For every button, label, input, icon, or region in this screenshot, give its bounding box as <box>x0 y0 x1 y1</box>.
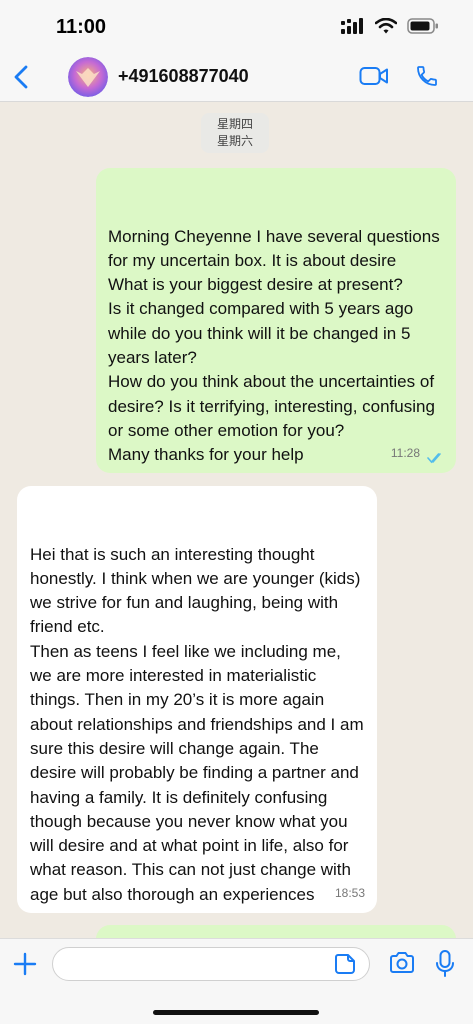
avatar[interactable] <box>68 57 108 97</box>
microphone-icon[interactable] <box>434 949 456 979</box>
sticker-icon[interactable] <box>334 953 356 975</box>
message-text: Morning Cheyenne I have several question… <box>108 226 440 465</box>
camera-icon[interactable] <box>388 951 416 975</box>
date-label-top: 星期四 <box>216 117 253 131</box>
battery-icon <box>407 18 438 34</box>
message-time: 11:28 <box>390 445 420 460</box>
cellular-signal-icon <box>341 18 363 34</box>
incoming-message[interactable]: Hei that is such an interesting thought … <box>17 486 377 913</box>
date-label-bottom: 星期六 <box>216 134 253 148</box>
video-call-icon[interactable] <box>359 64 389 88</box>
input-bar <box>0 938 473 1024</box>
message-input[interactable] <box>52 947 370 981</box>
message-time: 18:53 <box>334 885 365 900</box>
status-icons <box>341 18 439 34</box>
plus-icon[interactable] <box>12 951 38 977</box>
outgoing-message[interactable]: Morning Cheyenne I have several question… <box>96 168 456 473</box>
message-text: Hei that is such an interesting thought … <box>30 544 364 904</box>
status-time: 11:00 <box>56 16 107 38</box>
home-indicator <box>153 1010 319 1015</box>
chat-area[interactable]: 星期四 星期六 Morning Cheyenne I have several … <box>0 102 473 938</box>
chat-header: +491608877040 <box>0 52 473 102</box>
outgoing-message-partial[interactable] <box>96 925 456 938</box>
read-receipt-icon <box>427 453 441 464</box>
phone-call-icon[interactable] <box>415 63 439 89</box>
back-icon[interactable] <box>10 62 34 92</box>
status-bar: 11:00 <box>0 0 473 52</box>
date-separator: 星期四 星期六 <box>201 113 269 153</box>
wifi-icon <box>375 18 397 34</box>
contact-name[interactable]: +491608877040 <box>118 66 249 87</box>
